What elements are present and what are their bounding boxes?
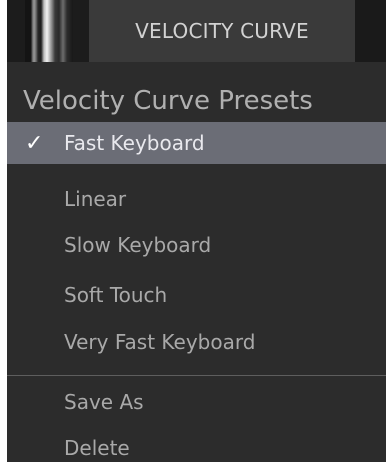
menu-item-label: Linear (64, 187, 127, 211)
header-bar: VELOCITY CURVE (7, 0, 386, 62)
save-as-menu-item[interactable]: Save As (7, 381, 386, 423)
menu-item-label: Very Fast Keyboard (64, 330, 256, 354)
menu-item-label: Delete (64, 436, 130, 460)
slider-handle-graphic (25, 0, 73, 62)
menu-item-label: Slow Keyboard (64, 233, 212, 257)
menu-item-fast-keyboard[interactable]: ✓ Fast Keyboard (7, 122, 386, 164)
velocity-curve-panel: VELOCITY CURVE Velocity Curve Presets ✓ … (7, 0, 386, 462)
velocity-curve-title[interactable]: VELOCITY CURVE (89, 0, 355, 62)
menu-item-soft-touch[interactable]: Soft Touch (7, 274, 386, 316)
menu-item-linear[interactable]: Linear (7, 178, 386, 220)
menu-item-very-fast-keyboard[interactable]: Very Fast Keyboard (7, 321, 386, 363)
velocity-curve-presets-menu: Velocity Curve Presets ✓ Fast Keyboard L… (7, 62, 386, 462)
menu-item-label: Fast Keyboard (64, 131, 205, 155)
checkmark-icon: ✓ (25, 131, 44, 156)
menu-item-slow-keyboard[interactable]: Slow Keyboard (7, 224, 386, 266)
menu-item-label: Soft Touch (64, 283, 168, 307)
header-right-panel (355, 0, 386, 62)
menu-item-label: Save As (64, 390, 144, 414)
delete-menu-item[interactable]: Delete (7, 427, 386, 469)
menu-heading: Velocity Curve Presets (23, 86, 313, 116)
menu-divider (7, 375, 386, 376)
